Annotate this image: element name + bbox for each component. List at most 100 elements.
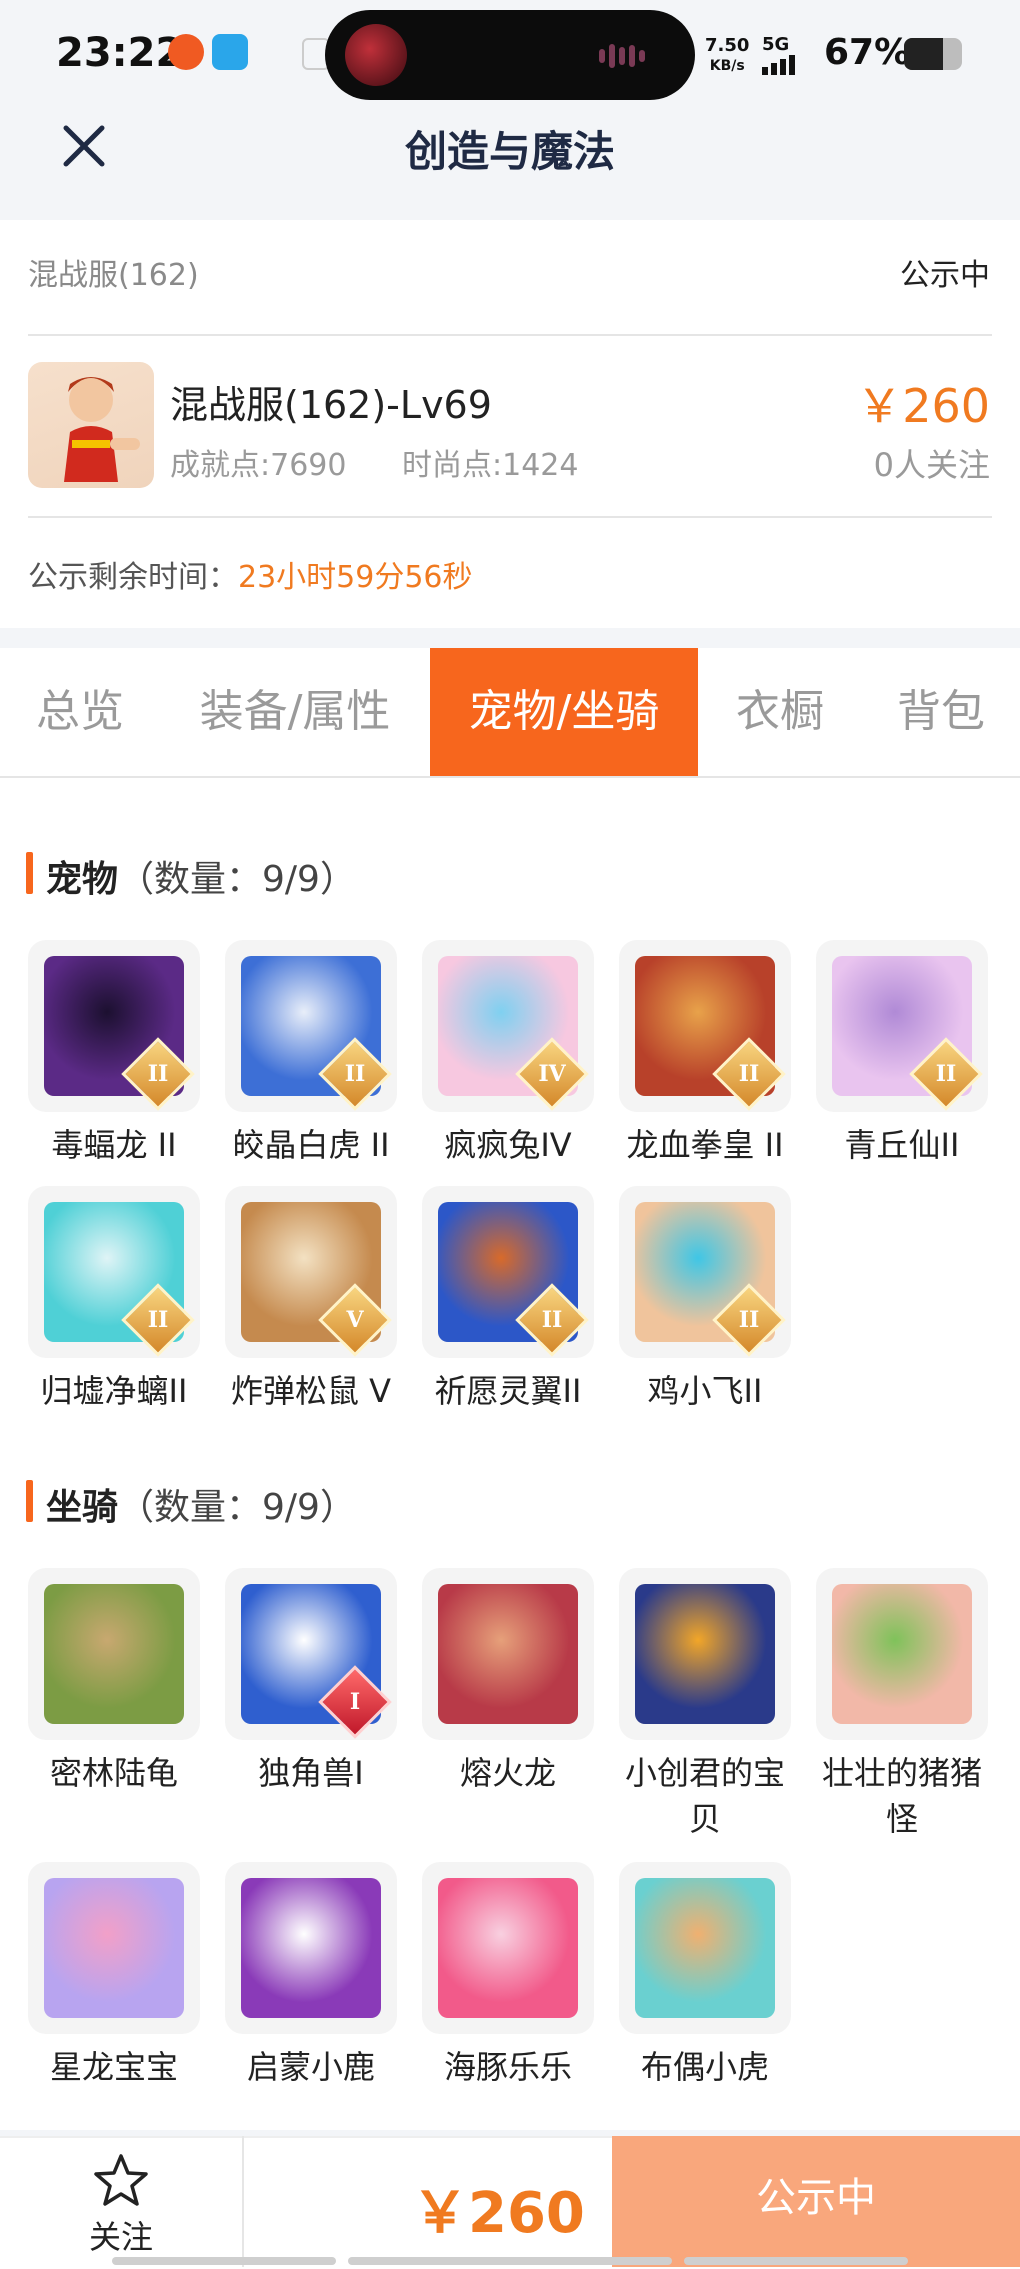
follower-count: 0人关注: [873, 446, 990, 484]
fashion-points: 时尚点:1424: [402, 448, 579, 483]
item-thumbnail: [422, 1862, 594, 2034]
item-name: 星龙宝宝: [49, 2048, 178, 2086]
item-thumbnail: IV: [422, 940, 594, 1112]
creature-art-icon: [635, 1584, 775, 1724]
item-card[interactable]: V 炸弹松鼠 V: [216, 1186, 406, 1414]
listing-price: ￥260: [856, 379, 990, 433]
pets-title: 宠物: [46, 859, 119, 900]
item-name: 独角兽I: [258, 1754, 364, 1792]
item-thumbnail: [28, 1568, 200, 1740]
listing-status: 公示中: [900, 258, 990, 293]
media-thumbnail-icon: [345, 24, 407, 86]
item-card[interactable]: II 鸡小飞II: [610, 1186, 800, 1414]
item-card[interactable]: II 皎晶白虎 II: [216, 940, 406, 1168]
item-thumbnail: II: [225, 940, 397, 1112]
mounts-section-title: 坐骑（数量：9/9）: [46, 1478, 356, 1530]
signal-icon: [762, 55, 795, 75]
tab-wardrobe[interactable]: 衣橱: [698, 648, 862, 776]
creature-art-icon: [44, 1878, 184, 2018]
item-thumbnail: [816, 1568, 988, 1740]
item-thumbnail: [225, 1862, 397, 2034]
mounts-count: （数量：9/9）: [118, 1487, 356, 1528]
item-card[interactable]: I 独角兽I: [216, 1568, 406, 1796]
status-time: 23:22: [56, 30, 184, 76]
star-icon: [94, 2154, 148, 2206]
character-name: 混战服(162)-Lv69: [170, 383, 492, 427]
home-indicator: [112, 2257, 908, 2265]
item-thumbnail: II: [28, 1186, 200, 1358]
divider: [28, 516, 992, 518]
item-name: 疯疯兔IV: [444, 1126, 572, 1164]
item-name: 龙血拳皇 II: [626, 1126, 784, 1164]
creature-art-icon: [832, 1584, 972, 1724]
item-card[interactable]: II 归墟净螭II: [19, 1186, 209, 1414]
item-name: 小创君的宝贝: [624, 1754, 785, 1838]
item-card[interactable]: II 青丘仙II: [807, 940, 997, 1168]
item-name: 鸡小飞II: [647, 1372, 763, 1410]
item-name: 炸弹松鼠 V: [230, 1372, 392, 1410]
remaining-time-value: 23小时59分56秒: [238, 560, 473, 595]
achievement-points: 成就点:7690: [170, 448, 347, 483]
item-thumbnail: V: [225, 1186, 397, 1358]
item-name: 海豚乐乐: [443, 2048, 572, 2086]
page-title: 创造与魔法: [404, 127, 615, 176]
item-name: 青丘仙II: [844, 1126, 960, 1164]
item-thumbnail: II: [422, 1186, 594, 1358]
divider: [28, 334, 992, 336]
item-card[interactable]: II 祈愿灵翼II: [413, 1186, 603, 1414]
dynamic-island[interactable]: [325, 10, 695, 100]
item-card[interactable]: 熔火龙: [413, 1568, 603, 1796]
network-speed: 7.50 KB/s: [705, 35, 750, 75]
item-thumbnail: II: [816, 940, 988, 1112]
server-name: 混战服(162): [28, 258, 199, 293]
bottom-price: ￥260: [412, 2181, 585, 2246]
item-card[interactable]: 密林陆龟: [19, 1568, 209, 1796]
item-name: 归墟净螭II: [40, 1372, 188, 1410]
follow-label: 关注: [88, 2218, 153, 2256]
status-action-button[interactable]: 公示中: [612, 2136, 1020, 2267]
item-name: 启蒙小鹿: [246, 2048, 375, 2086]
mounts-title: 坐骑: [46, 1487, 119, 1528]
item-thumbnail: [619, 1568, 791, 1740]
item-thumbnail: II: [619, 940, 791, 1112]
item-card[interactable]: 布偶小虎: [610, 1862, 800, 2090]
pets-section-title: 宠物（数量：9/9）: [46, 850, 356, 902]
character-avatar-icon: [64, 377, 140, 482]
item-name: 毒蝠龙 II: [51, 1126, 177, 1164]
item-thumbnail: [28, 1862, 200, 2034]
tab-pets-mounts[interactable]: 宠物/坐骑: [430, 648, 698, 776]
item-card[interactable]: IV 疯疯兔IV: [413, 940, 603, 1168]
remaining-time: 公示剩余时间：23小时59分56秒: [28, 552, 473, 596]
section-marker: [26, 1480, 33, 1522]
item-card[interactable]: 海豚乐乐: [413, 1862, 603, 2090]
item-name: 壮壮的猪猪怪: [821, 1754, 982, 1838]
character-avatar[interactable]: [28, 362, 154, 488]
creature-art-icon: [438, 1878, 578, 2018]
remaining-time-label: 公示剩余时间：: [28, 560, 238, 595]
creature-art-icon: [438, 1584, 578, 1724]
item-card[interactable]: II 毒蝠龙 II: [19, 940, 209, 1168]
section-marker: [26, 852, 33, 894]
divider: [242, 2136, 244, 2267]
item-name: 密林陆龟: [49, 1754, 178, 1792]
battery-level: [904, 38, 943, 70]
item-card[interactable]: 星龙宝宝: [19, 1862, 209, 2090]
tab-overview[interactable]: 总览: [0, 648, 160, 776]
item-card[interactable]: II 龙血拳皇 II: [610, 940, 800, 1168]
tab-equipment[interactable]: 装备/属性: [160, 648, 430, 776]
item-thumbnail: [619, 1862, 791, 2034]
tab-backpack[interactable]: 背包: [862, 648, 1020, 776]
item-thumbnail: II: [28, 940, 200, 1112]
wifi-app-icon: [212, 34, 248, 70]
item-card[interactable]: 壮壮的猪猪怪: [807, 1568, 997, 1842]
creature-art-icon: [241, 1878, 381, 2018]
item-name: 布偶小虎: [640, 2048, 769, 2086]
item-card[interactable]: 启蒙小鹿: [216, 1862, 406, 2090]
creature-art-icon: [44, 1584, 184, 1724]
item-card[interactable]: 小创君的宝贝: [610, 1568, 800, 1842]
battery-icon: [904, 38, 962, 70]
item-thumbnail: I: [225, 1568, 397, 1740]
item-name: 祈愿灵翼II: [434, 1372, 582, 1410]
tab-bar: 总览 装备/属性 宠物/坐骑 衣橱 背包: [0, 648, 1020, 776]
network-type: 5G: [762, 34, 812, 75]
